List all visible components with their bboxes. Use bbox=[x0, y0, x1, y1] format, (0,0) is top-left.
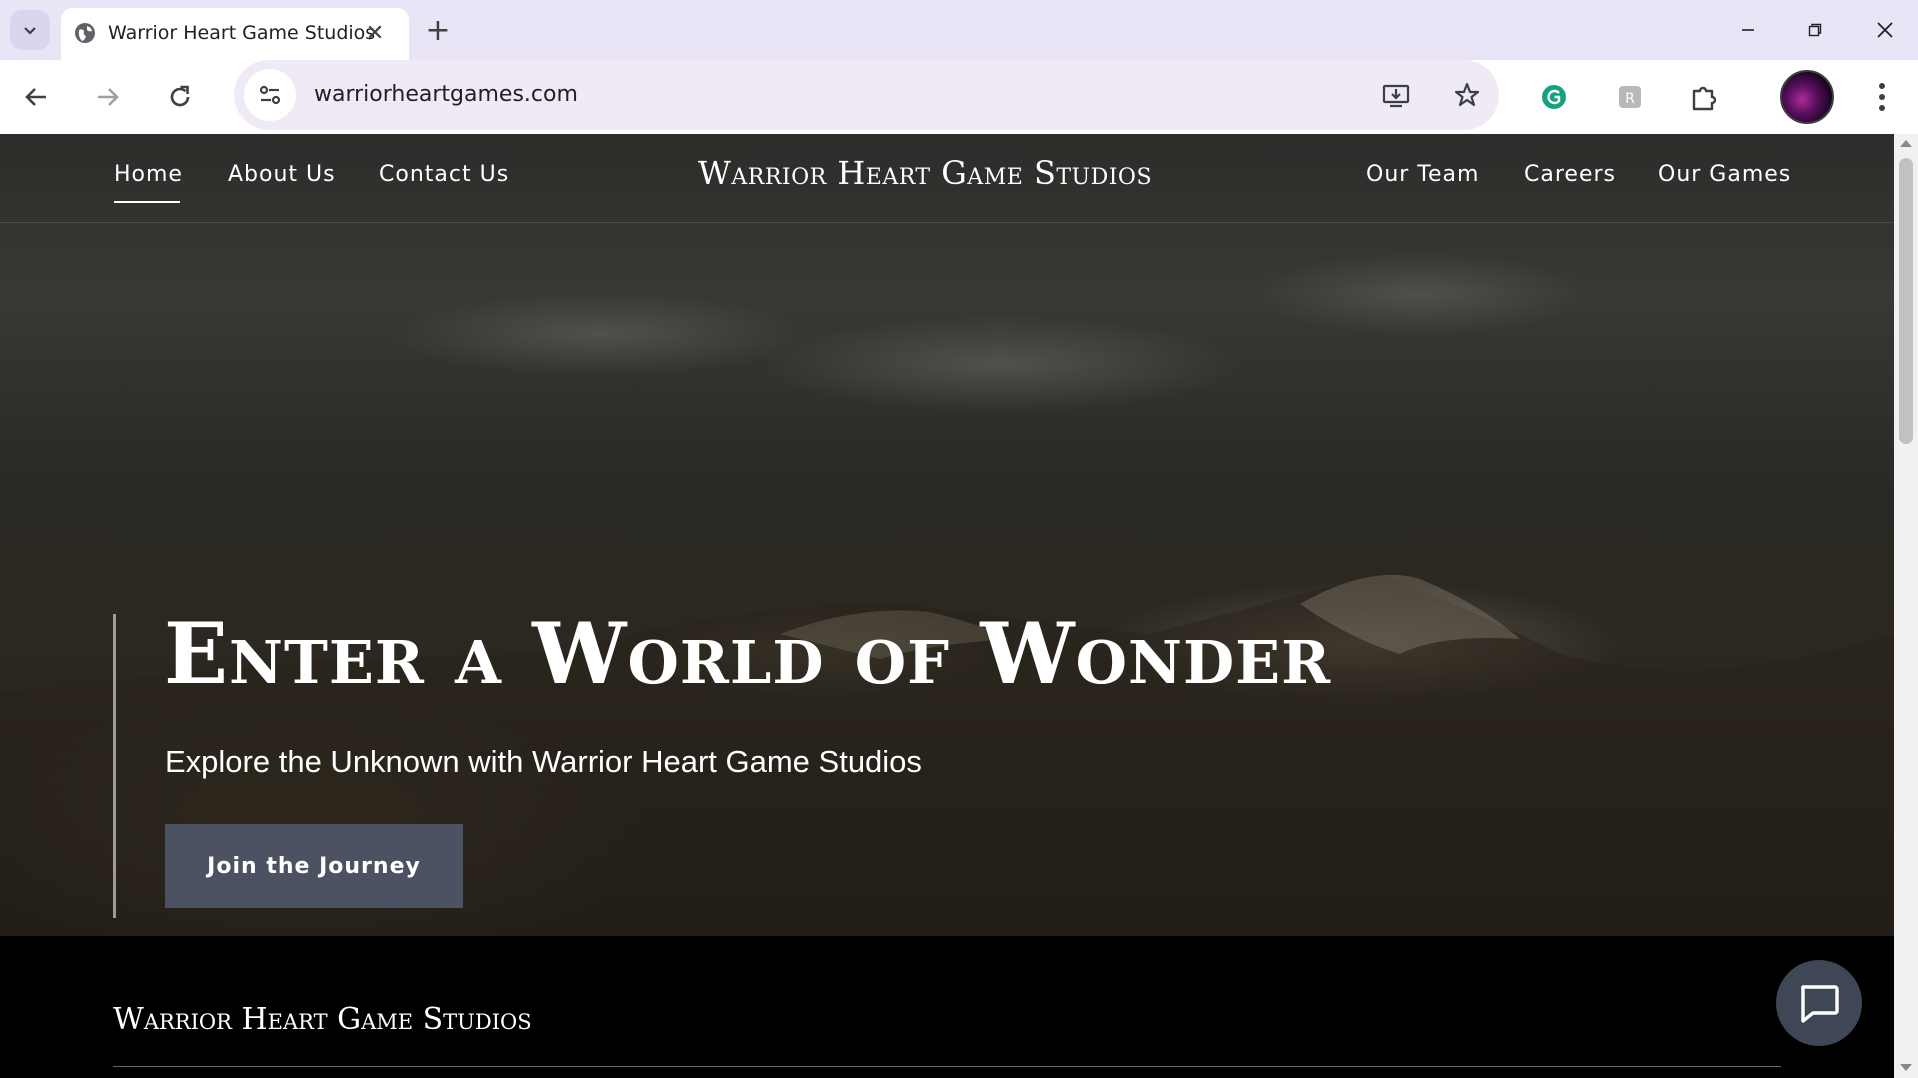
footer-brand: Warrior Heart Game Studios bbox=[113, 1002, 532, 1037]
nav-our-team[interactable]: Our Team bbox=[1366, 162, 1479, 187]
extensions-puzzle-icon bbox=[1692, 86, 1717, 111]
nav-contact-us[interactable]: Contact Us bbox=[379, 162, 509, 187]
tab-search-button[interactable] bbox=[10, 10, 50, 50]
install-app-button[interactable] bbox=[1378, 77, 1414, 113]
tab-title: Warrior Heart Game Studios bbox=[108, 22, 376, 44]
close-icon bbox=[1877, 22, 1893, 38]
reload-icon bbox=[170, 85, 190, 107]
page-scrollbar[interactable] bbox=[1894, 134, 1918, 1078]
nav-careers[interactable]: Careers bbox=[1524, 162, 1616, 187]
chat-widget-button[interactable] bbox=[1776, 960, 1862, 1046]
menu-icon[interactable] bbox=[1862, 77, 1902, 117]
hero-subtitle: Explore the Unknown with Warrior Heart G… bbox=[165, 744, 922, 779]
hero-title: Enter a World of Wonder bbox=[164, 604, 1332, 703]
footer-divider bbox=[113, 1066, 1781, 1067]
url-text[interactable]: warriorheartgames.com bbox=[314, 82, 578, 107]
globe-icon bbox=[75, 23, 95, 43]
new-tab-button[interactable]: + bbox=[420, 12, 456, 48]
r-extension[interactable]: R bbox=[1610, 77, 1650, 117]
browser-toolbar: warriorheartgames.com R bbox=[0, 60, 1918, 134]
hero-section: Home About Us Contact Us Warrior Heart G… bbox=[0, 134, 1894, 936]
grammarly-extension[interactable] bbox=[1534, 77, 1574, 117]
nav-active-indicator bbox=[114, 201, 180, 203]
address-bar[interactable]: warriorheartgames.com bbox=[234, 60, 1499, 130]
back-button[interactable] bbox=[14, 75, 58, 119]
extensions-button[interactable] bbox=[1684, 77, 1724, 117]
restore-button[interactable] bbox=[1788, 8, 1842, 52]
site-navigation: Home About Us Contact Us Warrior Heart G… bbox=[0, 134, 1894, 223]
svg-text:R: R bbox=[1625, 91, 1635, 107]
profile-avatar[interactable] bbox=[1780, 70, 1834, 124]
scroll-down-arrow[interactable] bbox=[1900, 1064, 1912, 1071]
close-window-button[interactable] bbox=[1858, 8, 1912, 52]
tune-icon bbox=[259, 85, 281, 105]
nav-our-games[interactable]: Our Games bbox=[1658, 162, 1791, 187]
restore-icon bbox=[1808, 23, 1822, 37]
tab-close-button[interactable]: ✕ bbox=[360, 18, 390, 48]
nav-home[interactable]: Home bbox=[114, 162, 183, 187]
nav-about-us[interactable]: About Us bbox=[228, 162, 336, 187]
site-logo[interactable]: Warrior Heart Game Studios bbox=[698, 154, 1152, 192]
browser-tab[interactable]: Warrior Heart Game Studios ✕ bbox=[61, 8, 409, 60]
site-info-button[interactable] bbox=[244, 69, 296, 121]
join-journey-button[interactable]: Join the Journey bbox=[165, 824, 463, 908]
back-icon bbox=[25, 88, 46, 106]
hero-mountains-background bbox=[0, 574, 1894, 936]
install-app-icon bbox=[1382, 84, 1410, 108]
forward-button[interactable] bbox=[86, 75, 130, 119]
forward-icon bbox=[98, 88, 119, 106]
bookmark-star-icon bbox=[1454, 82, 1480, 107]
reload-button[interactable] bbox=[158, 75, 202, 119]
minimize-button[interactable] bbox=[1721, 8, 1775, 52]
scroll-thumb[interactable] bbox=[1899, 158, 1913, 444]
minimize-icon bbox=[1742, 29, 1754, 31]
tab-strip: Warrior Heart Game Studios ✕ + bbox=[0, 0, 1918, 60]
extension-r-icon: R bbox=[1619, 86, 1641, 108]
chat-bubble-icon bbox=[1801, 985, 1839, 1023]
grammarly-icon bbox=[1542, 85, 1566, 109]
bookmark-button[interactable] bbox=[1449, 77, 1485, 113]
chevron-down-icon bbox=[24, 27, 36, 35]
page-viewport: Home About Us Contact Us Warrior Heart G… bbox=[0, 134, 1894, 1078]
scroll-up-arrow[interactable] bbox=[1900, 140, 1912, 147]
hero-accent-bar bbox=[113, 614, 116, 918]
